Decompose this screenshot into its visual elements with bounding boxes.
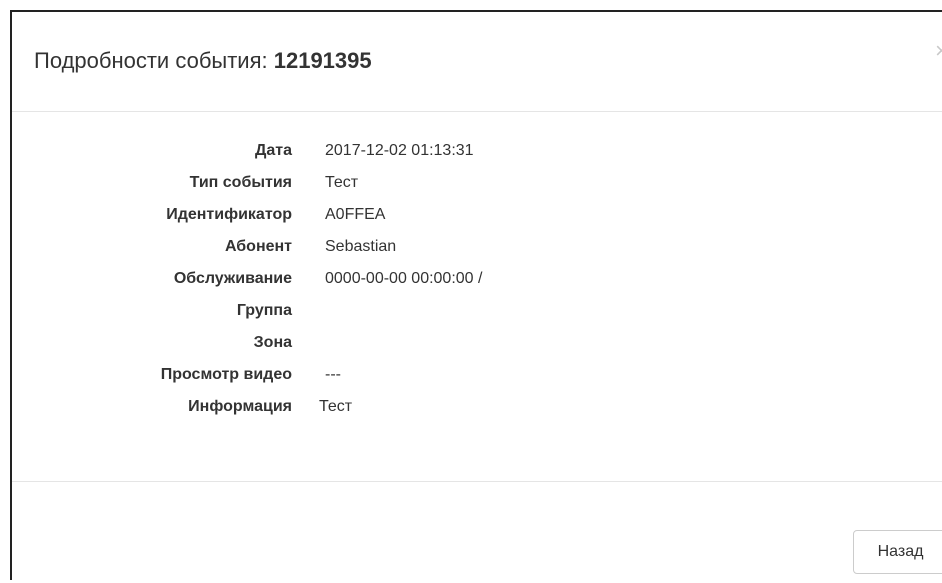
detail-row-identifier: Идентификатор A0FFEA: [12, 206, 482, 238]
close-icon[interactable]: ×: [935, 40, 942, 62]
detail-row-video: Просмотр видео ---: [12, 366, 482, 398]
detail-label: Дата: [254, 142, 292, 159]
detail-label: Абонент: [224, 238, 292, 255]
detail-label: Информация: [188, 398, 292, 415]
modal-footer: Назад: [12, 481, 942, 583]
detail-value: 0000-00-00 00:00:00 /: [325, 270, 483, 287]
detail-label: Обслуживание: [173, 270, 292, 287]
modal-title: Подробности события: 12191395: [34, 48, 372, 74]
detail-value: A0FFEA: [325, 206, 386, 223]
detail-label: Идентификатор: [166, 206, 292, 223]
detail-row-service: Обслуживание 0000-00-00 00:00:00 /: [12, 270, 483, 302]
event-id: 12191395: [273, 48, 372, 73]
modal-body: Дата 2017-12-02 01:13:31 Тип события Тес…: [12, 112, 942, 481]
detail-value: ---: [325, 366, 341, 383]
detail-row-date: Дата 2017-12-02 01:13:31: [12, 142, 482, 174]
detail-value: Тест: [325, 174, 359, 191]
detail-label: Зона: [253, 334, 292, 351]
back-button[interactable]: Назад: [853, 530, 942, 574]
detail-row-event-type: Тип события Тест: [12, 174, 482, 206]
detail-label: Группа: [236, 302, 292, 319]
detail-value: Sebastian: [325, 238, 397, 255]
details-list: Дата 2017-12-02 01:13:31 Тип события Тес…: [12, 142, 483, 430]
detail-value: 2017-12-02 01:13:31: [325, 142, 474, 159]
detail-row-subscriber: Абонент Sebastian: [12, 238, 482, 270]
detail-row-group: Группа: [12, 302, 482, 334]
detail-label: Тип события: [189, 174, 292, 191]
detail-label: Просмотр видео: [160, 366, 292, 383]
detail-row-info: Информация Тест: [12, 398, 482, 430]
detail-value: Тест: [319, 398, 353, 415]
modal-header: Подробности события: 12191395 ×: [12, 12, 942, 112]
modal-title-prefix: Подробности события:: [34, 48, 274, 73]
detail-row-zone: Зона: [12, 334, 482, 366]
event-details-modal: Подробности события: 12191395 × Дата 201…: [10, 10, 942, 580]
